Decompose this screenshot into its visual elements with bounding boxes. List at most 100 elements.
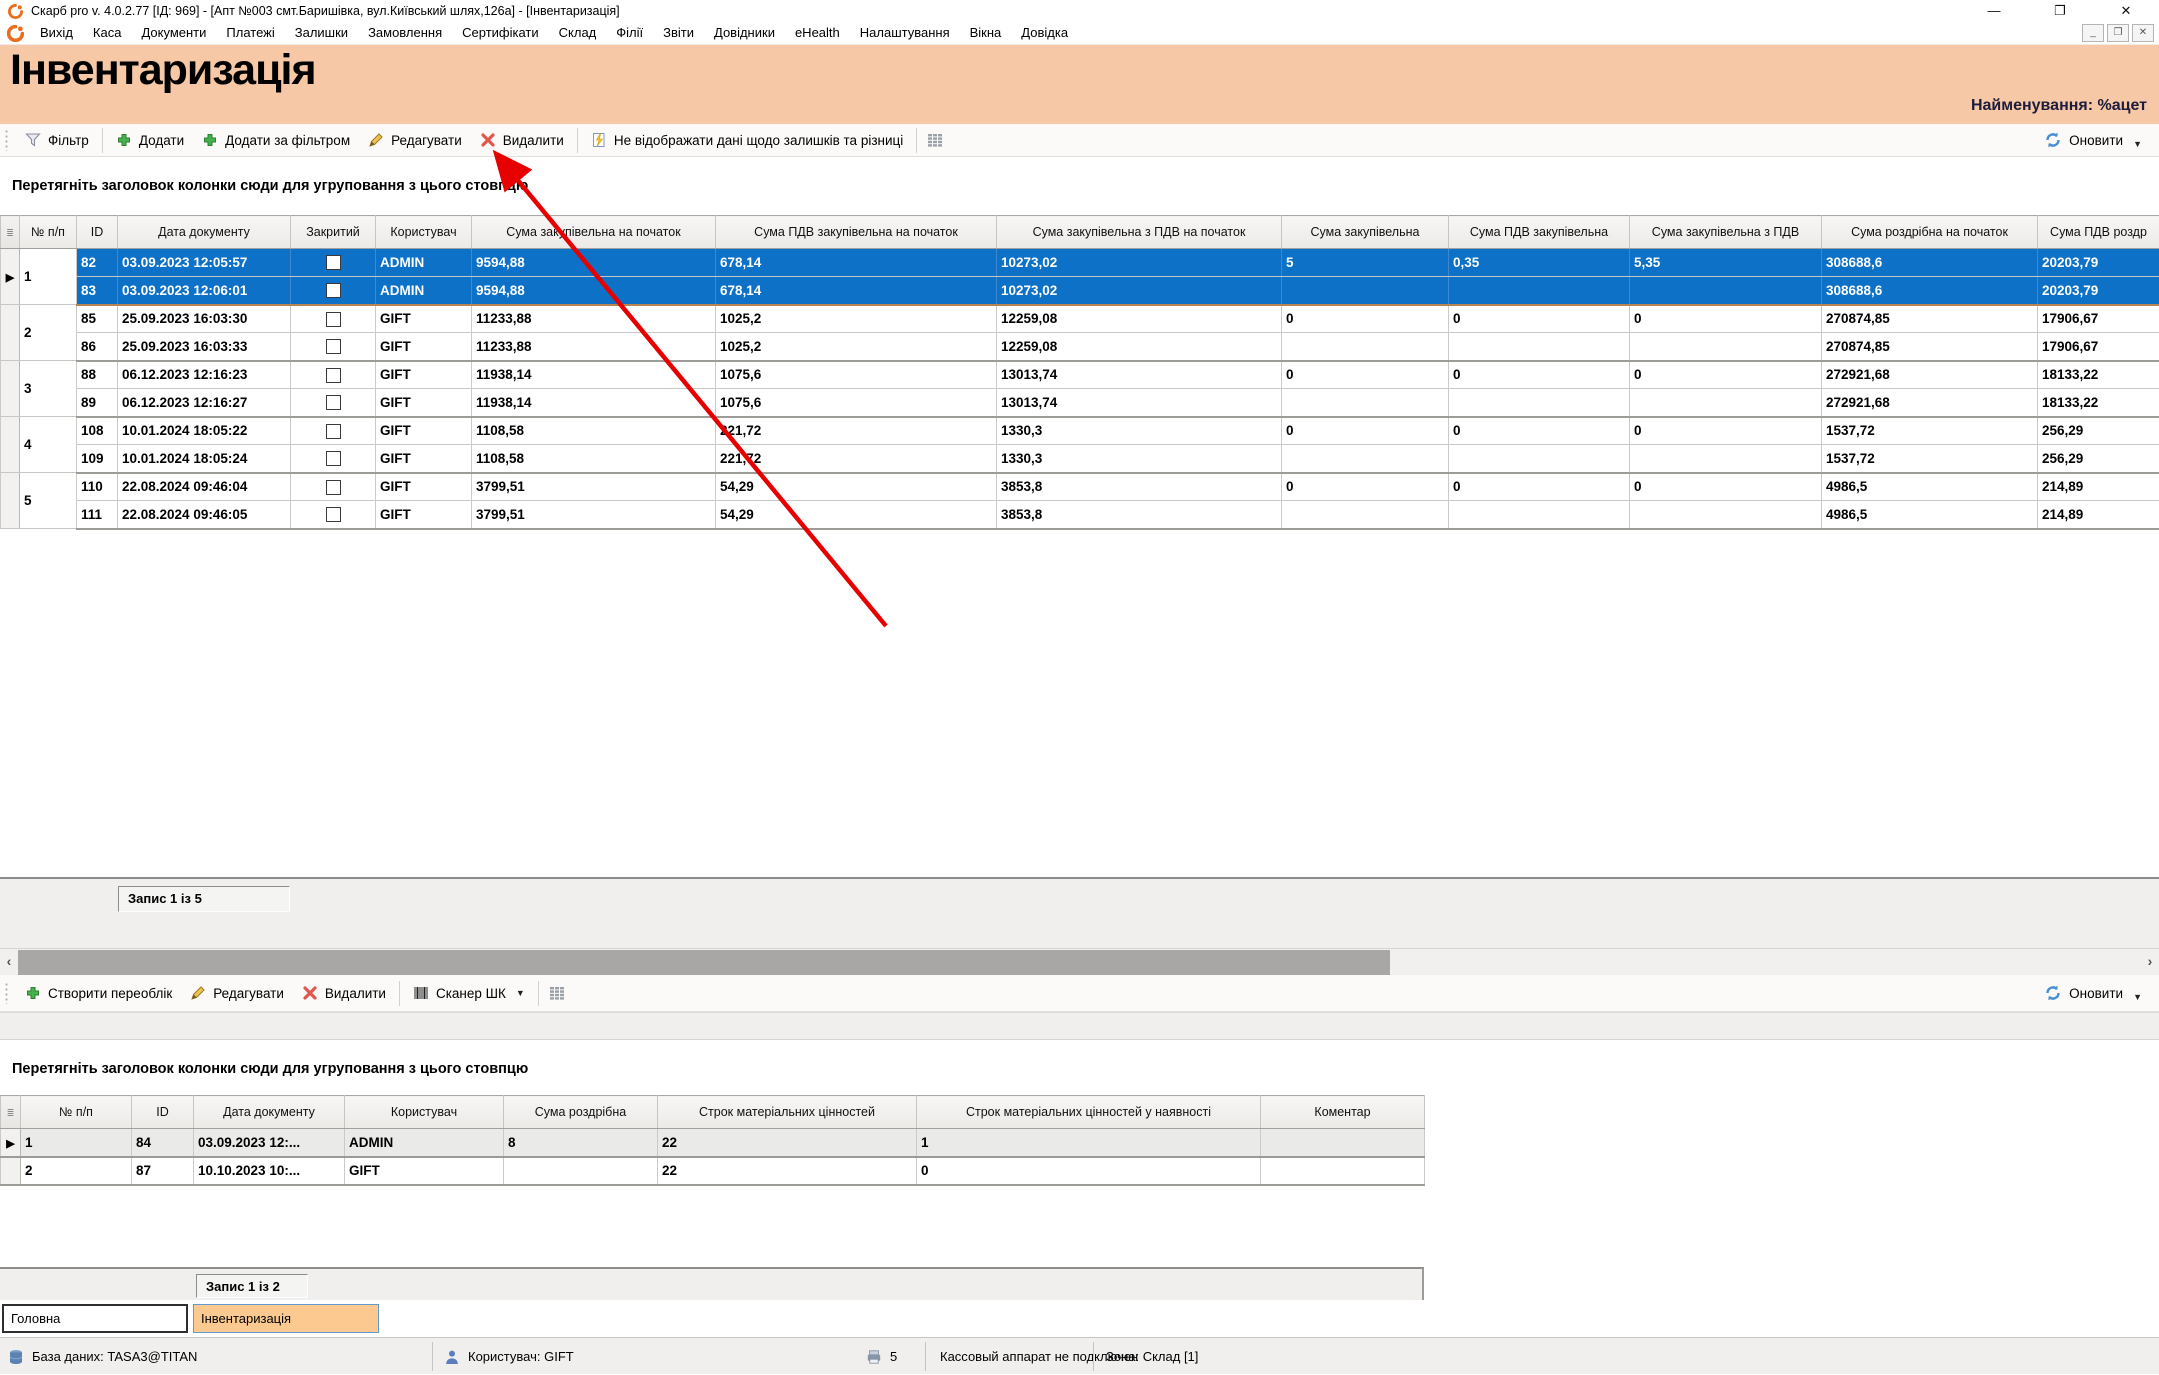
closed-checkbox[interactable] — [326, 451, 341, 466]
cell-value[interactable]: 9594,88 — [472, 277, 716, 305]
detail-edit-button[interactable]: Редагувати — [181, 980, 293, 1007]
detail-grid-indicator-header[interactable]: ≣ — [1, 1096, 21, 1129]
cell-value[interactable] — [1261, 1157, 1425, 1185]
cell-value[interactable] — [1282, 389, 1449, 417]
cell-user[interactable]: ADMIN — [376, 277, 472, 305]
scroll-right-button[interactable]: › — [2141, 949, 2159, 976]
main-grid-group-number[interactable]: 4 — [20, 417, 77, 473]
cell-closed[interactable] — [291, 361, 376, 389]
cell-value[interactable]: 0,35 — [1449, 249, 1630, 277]
cell-user[interactable]: ADMIN — [376, 249, 472, 277]
main-grid-row[interactable]: 28525.09.2023 16:03:30GIFT11233,881025,2… — [1, 305, 2159, 333]
hide-remainders-button[interactable]: Не відображати дані щодо залишків та різ… — [582, 127, 912, 154]
cell-value[interactable]: 1075,6 — [716, 361, 997, 389]
cell-closed[interactable] — [291, 445, 376, 473]
cell-id[interactable]: 84 — [132, 1129, 194, 1157]
cell-id[interactable]: 88 — [77, 361, 118, 389]
scroll-left-button[interactable]: ‹ — [0, 949, 18, 976]
cell-value[interactable]: 22 — [658, 1129, 917, 1157]
menu-item-8[interactable]: Склад — [549, 22, 607, 44]
cell-value[interactable] — [1630, 501, 1822, 529]
main-grid-column-header-11[interactable]: Сума закупівельна з ПДВ — [1630, 216, 1822, 249]
cell-closed[interactable] — [291, 333, 376, 361]
cell-value[interactable]: 54,29 — [716, 501, 997, 529]
cell-id[interactable]: 111 — [77, 501, 118, 529]
main-grid-column-header-4[interactable]: Закритий — [291, 216, 376, 249]
cell-value[interactable]: 20203,79 — [2038, 277, 2159, 305]
detail-grid-column-header-5[interactable]: Сума роздрібна — [504, 1096, 658, 1129]
cell-value[interactable]: 256,29 — [2038, 417, 2159, 445]
mdi-restore-button[interactable]: ❐ — [2107, 24, 2129, 42]
main-grid-indicator-header[interactable]: ≣ — [1, 216, 20, 249]
cell-num[interactable]: 1 — [21, 1129, 132, 1157]
cell-user[interactable]: GIFT — [376, 501, 472, 529]
mdi-minimize-button[interactable]: _ — [2082, 24, 2104, 42]
closed-checkbox[interactable] — [326, 424, 341, 439]
horizontal-scrollbar[interactable]: ‹ › — [0, 948, 2159, 975]
minimize-button[interactable]: — — [1961, 0, 2027, 22]
cell-user[interactable]: GIFT — [376, 389, 472, 417]
menu-item-6[interactable]: Замовлення — [358, 22, 452, 44]
closed-checkbox[interactable] — [326, 339, 341, 354]
cell-value[interactable]: 0 — [1449, 417, 1630, 445]
cell-value[interactable]: 0 — [1282, 305, 1449, 333]
menu-item-14[interactable]: Вікна — [960, 22, 1012, 44]
menu-item-1[interactable]: Вихід — [30, 22, 83, 44]
cell-closed[interactable] — [291, 249, 376, 277]
cell-value[interactable]: 678,14 — [716, 249, 997, 277]
cell-value[interactable] — [1449, 501, 1630, 529]
main-grid-column-header-13[interactable]: Сума ПДВ роздр — [2038, 216, 2159, 249]
main-grid-row[interactable]: 511022.08.2024 09:46:04GIFT3799,5154,293… — [1, 473, 2159, 501]
cell-date[interactable]: 06.12.2023 12:16:23 — [118, 361, 291, 389]
cell-value[interactable] — [1282, 277, 1449, 305]
cell-value[interactable]: 4986,5 — [1822, 501, 2038, 529]
close-button[interactable]: ✕ — [2093, 0, 2159, 22]
cell-value[interactable] — [1282, 333, 1449, 361]
cell-id[interactable]: 82 — [77, 249, 118, 277]
cell-value[interactable]: 272921,68 — [1822, 361, 2038, 389]
cell-value[interactable] — [1449, 389, 1630, 417]
cell-value[interactable]: 1330,3 — [997, 445, 1282, 473]
cell-date[interactable]: 03.09.2023 12:05:57 — [118, 249, 291, 277]
cell-value[interactable] — [1282, 501, 1449, 529]
cell-value[interactable] — [1449, 333, 1630, 361]
menu-item-5[interactable]: Залишки — [285, 22, 358, 44]
cell-user[interactable]: GIFT — [376, 361, 472, 389]
cell-value[interactable]: 17906,67 — [2038, 333, 2159, 361]
cell-value[interactable] — [1630, 333, 1822, 361]
cell-id[interactable]: 109 — [77, 445, 118, 473]
cell-user[interactable]: ADMIN — [345, 1129, 504, 1157]
cell-value[interactable]: 13013,74 — [997, 389, 1282, 417]
cell-value[interactable]: 0 — [1630, 305, 1822, 333]
cell-value[interactable]: 1108,58 — [472, 417, 716, 445]
cell-value[interactable]: 678,14 — [716, 277, 997, 305]
cell-value[interactable]: 11938,14 — [472, 361, 716, 389]
tab-main[interactable]: Головна — [2, 1304, 188, 1333]
closed-checkbox[interactable] — [326, 395, 341, 410]
cell-value[interactable]: 308688,6 — [1822, 249, 2038, 277]
cell-value[interactable]: 0 — [1630, 417, 1822, 445]
cell-value[interactable]: 18133,22 — [2038, 389, 2159, 417]
cell-value[interactable]: 0 — [1282, 473, 1449, 501]
cell-date[interactable]: 03.09.2023 12:... — [194, 1129, 345, 1157]
restore-button[interactable]: ❐ — [2027, 0, 2093, 22]
menu-item-15[interactable]: Довідка — [1011, 22, 1078, 44]
cell-date[interactable]: 22.08.2024 09:46:04 — [118, 473, 291, 501]
scrollbar-thumb[interactable] — [18, 950, 1390, 975]
cell-value[interactable]: 3799,51 — [472, 473, 716, 501]
toolbar-grip[interactable] — [4, 982, 9, 1004]
cell-value[interactable] — [1449, 277, 1630, 305]
cell-value[interactable] — [1630, 389, 1822, 417]
menu-item-11[interactable]: Довідники — [704, 22, 785, 44]
tab-inventory[interactable]: Інвентаризація — [193, 1304, 379, 1333]
cell-closed[interactable] — [291, 473, 376, 501]
cell-value[interactable]: 1108,58 — [472, 445, 716, 473]
cell-value[interactable]: 13013,74 — [997, 361, 1282, 389]
cell-id[interactable]: 83 — [77, 277, 118, 305]
cell-value[interactable]: 54,29 — [716, 473, 997, 501]
closed-checkbox[interactable] — [326, 368, 341, 383]
detail-grid-column-header-2[interactable]: ID — [132, 1096, 194, 1129]
cell-value[interactable]: 0 — [1630, 361, 1822, 389]
cell-id[interactable]: 108 — [77, 417, 118, 445]
cell-id[interactable]: 85 — [77, 305, 118, 333]
